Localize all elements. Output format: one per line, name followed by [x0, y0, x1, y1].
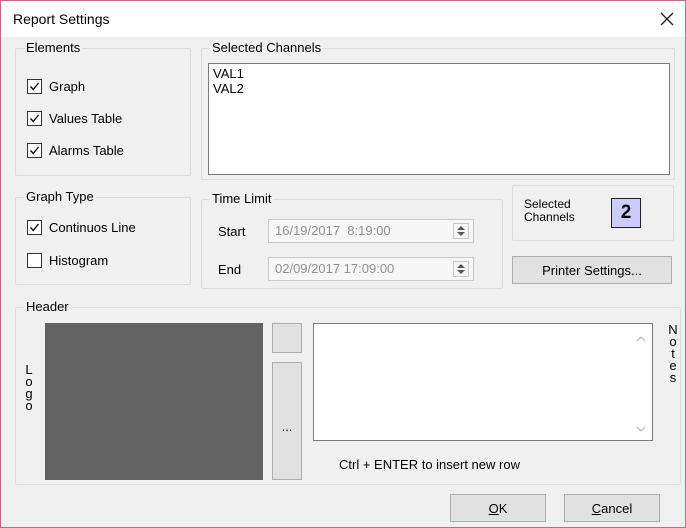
checkmark-icon — [30, 82, 40, 91]
start-label: Start — [218, 224, 246, 239]
checkbox-box — [27, 111, 42, 126]
header-group: Header L o g o ... N o t e s Ctrl + ENTE… — [15, 299, 681, 485]
cancel-button[interactable]: Cancel — [564, 494, 660, 522]
notes-textarea[interactable] — [313, 323, 653, 441]
elements-legend: Elements — [24, 40, 83, 56]
graph-checkbox[interactable]: Graph — [27, 79, 85, 94]
time-limit-legend: Time Limit — [210, 191, 274, 207]
checkbox-box — [27, 220, 42, 235]
selected-channels-list[interactable]: VAL1 VAL2 — [208, 63, 670, 175]
scroll-down-icon[interactable] — [636, 425, 646, 433]
ok-label: K — [498, 500, 508, 516]
histogram-checkbox[interactable]: Histogram — [27, 253, 108, 268]
start-datetime-value: 16/19/2017 8:19:00 — [275, 223, 391, 238]
checkbox-label: Histogram — [49, 253, 109, 268]
scroll-up-icon[interactable] — [636, 335, 646, 343]
spinner-arrows-icon — [457, 264, 465, 274]
header-legend: Header — [24, 299, 71, 315]
checkbox-label: Graph — [49, 79, 86, 94]
end-datetime-value: 02/09/2017 17:09:00 — [275, 261, 395, 276]
window-title: Report Settings — [13, 11, 110, 27]
logo-image-box[interactable] — [45, 323, 263, 480]
cancel-mnemonic: C — [591, 500, 602, 516]
logo-letter: o — [25, 398, 33, 413]
cancel-label: ancel — [601, 500, 633, 516]
start-datetime-picker[interactable]: 16/19/2017 8:19:00 — [268, 219, 474, 243]
checkbox-box — [27, 253, 42, 268]
checkbox-label: Alarms Table — [49, 143, 124, 158]
selected-channels-count-panel: Selected Channels 2 — [512, 185, 674, 241]
selected-channels-group: Selected Channels VAL1 VAL2 — [201, 40, 675, 180]
browse-logo-button[interactable]: ... — [272, 362, 302, 480]
checkmark-icon — [30, 114, 40, 123]
end-label: End — [218, 262, 242, 277]
logo-vertical-label: L o g o — [22, 363, 36, 413]
end-datetime-picker[interactable]: 02/09/2017 17:09:00 — [268, 257, 474, 281]
checkbox-box — [27, 143, 42, 158]
notes-vertical-label: N o t e s — [666, 323, 680, 385]
graph-type-legend: Graph Type — [24, 189, 96, 205]
printer-settings-label: Printer Settings... — [542, 262, 642, 278]
elements-group: Elements Graph Values Table Alarms Table — [15, 40, 191, 176]
insert-row-hint: Ctrl + ENTER to insert new row — [339, 457, 520, 472]
selected-count-label-line1: Selected — [524, 197, 571, 211]
end-spin-button[interactable] — [453, 261, 469, 277]
close-button[interactable] — [655, 7, 679, 31]
selected-count-label-line2: Channels — [524, 210, 575, 224]
checkbox-label: Continuos Line — [49, 220, 136, 235]
graph-type-group: Graph Type Continuos Line Histogram — [15, 189, 191, 285]
report-settings-dialog: Report Settings Elements Graph Values Ta… — [0, 0, 686, 528]
list-item[interactable]: VAL1 — [213, 66, 665, 81]
list-item[interactable]: VAL2 — [213, 81, 665, 96]
start-spin-button[interactable] — [453, 223, 469, 239]
title-bar: Report Settings — [1, 1, 685, 37]
spinner-arrows-icon — [457, 226, 465, 236]
values-table-checkbox[interactable]: Values Table — [27, 111, 122, 126]
close-icon — [660, 12, 674, 26]
ok-mnemonic: O — [488, 500, 499, 516]
notes-letter: s — [669, 370, 677, 385]
continuos-line-checkbox[interactable]: Continuos Line — [27, 220, 136, 235]
selected-count-badge: 2 — [611, 198, 641, 228]
checkbox-box — [27, 79, 42, 94]
time-limit-group: Time Limit Start 16/19/2017 8:19:00 End … — [201, 191, 503, 289]
checkmark-icon — [30, 146, 40, 155]
checkmark-icon — [30, 223, 40, 232]
clear-logo-button[interactable] — [272, 323, 302, 353]
checkbox-label: Values Table — [49, 111, 123, 126]
selected-channels-legend: Selected Channels — [210, 40, 324, 56]
alarms-table-checkbox[interactable]: Alarms Table — [27, 143, 124, 158]
browse-logo-label: ... — [281, 419, 293, 434]
printer-settings-button[interactable]: Printer Settings... — [512, 256, 672, 284]
ok-button[interactable]: OK — [450, 494, 546, 522]
